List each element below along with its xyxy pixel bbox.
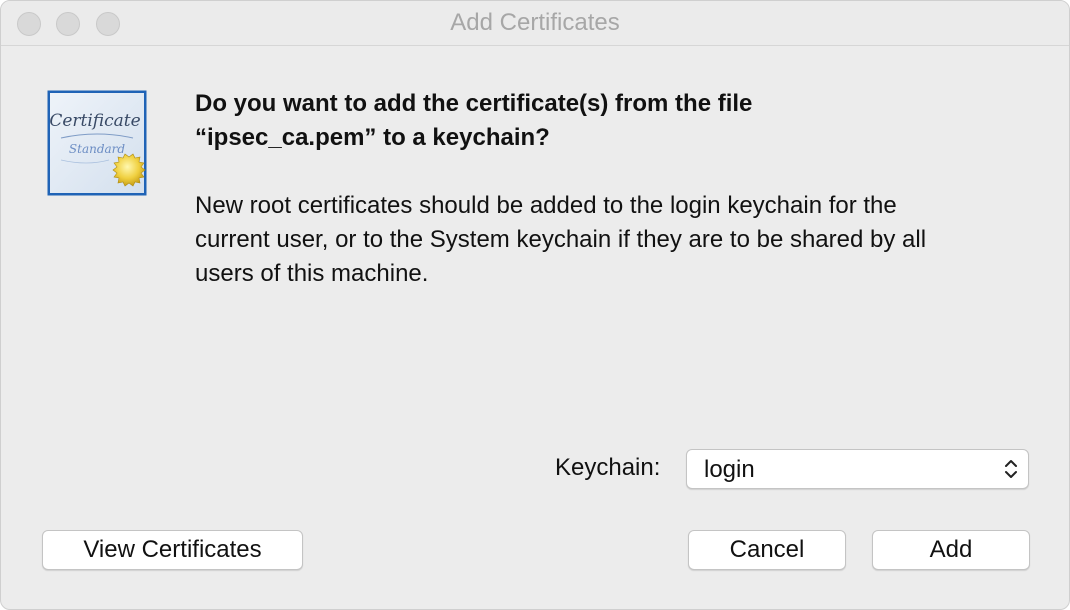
- message-line-1: New root certificates should be added to…: [195, 192, 897, 219]
- up-down-chevron-icon: [1005, 460, 1017, 478]
- message-line-3: users of this machine.: [195, 260, 429, 287]
- headline-line-2: “ipsec_ca.pem” to a keychain?: [195, 124, 550, 151]
- view-certificates-button[interactable]: View Certificates: [42, 530, 303, 570]
- certificate-icon-title: Certificate: [49, 111, 140, 131]
- dialog-headline: Do you want to add the certificate(s) fr…: [195, 87, 1015, 155]
- certificate-icon-subtitle: Standard: [69, 142, 125, 156]
- message-line-2: current user, or to the System keychain …: [195, 226, 927, 253]
- cancel-button[interactable]: Cancel: [688, 530, 846, 570]
- title-bar: Add Certificates: [1, 1, 1069, 46]
- add-button[interactable]: Add: [872, 530, 1030, 570]
- window-title: Add Certificates: [450, 9, 620, 36]
- headline-line-1: Do you want to add the certificate(s) fr…: [195, 90, 753, 117]
- certificate-icon: Certificate Standard: [47, 90, 147, 196]
- keychain-label: Keychain:: [555, 454, 661, 481]
- keychain-selected-value: login: [704, 456, 755, 483]
- dialog-message: New root certificates should be added to…: [195, 189, 1045, 291]
- add-certificates-dialog: Add Certificates Certificate Standard Do…: [0, 0, 1070, 610]
- keychain-popup[interactable]: login: [686, 449, 1029, 489]
